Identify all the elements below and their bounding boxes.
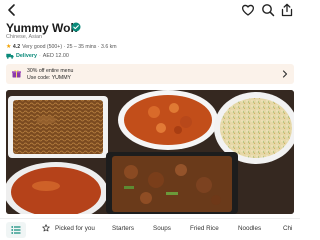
search-icon[interactable] <box>261 3 275 17</box>
delivery-line[interactable]: Delivery · AED 12.00 <box>6 52 69 60</box>
top-bar <box>0 0 300 20</box>
tab-partial[interactable]: Chi <box>283 225 292 232</box>
back-arrow-icon[interactable] <box>5 3 19 17</box>
delivery-label: Delivery <box>16 53 37 59</box>
hero-food-image <box>6 90 294 214</box>
tab-noodles[interactable]: Noodles <box>238 225 261 232</box>
promo-banner[interactable]: 30% off entire menu Use code: YUMMY <box>6 64 294 84</box>
list-icon <box>11 226 21 234</box>
delivery-time: 25 – 35 mins <box>66 43 97 50</box>
promo-title: 30% off entire menu <box>27 68 74 74</box>
menu-list-button[interactable] <box>6 222 26 238</box>
food-photo <box>6 90 294 214</box>
heart-icon[interactable] <box>241 3 255 17</box>
distance: 3.6 km <box>101 43 117 50</box>
category-tab-bar: Picked for you Starters Soups Fried Rice… <box>0 218 300 240</box>
promo-code: Use code: YUMMY <box>27 75 72 81</box>
chevron-right-icon <box>282 70 288 78</box>
tab-soups[interactable]: Soups <box>153 225 171 232</box>
rating-line: ★ 4.2 Very good (500+) · 25 – 35 mins · … <box>6 43 117 51</box>
star-icon: ★ <box>6 44 12 50</box>
tab-starters[interactable]: Starters <box>112 225 134 232</box>
delivery-fee: AED 12.00 <box>42 53 69 59</box>
delivery-truck-icon <box>6 53 14 59</box>
tab-fried-rice[interactable]: Fried Rice <box>190 225 219 232</box>
rating-value: 4.2 <box>12 43 21 50</box>
tab-picked-for-you[interactable]: Picked for you <box>55 225 95 232</box>
gift-icon <box>12 70 21 78</box>
cuisine-text: Chinese, Asian <box>6 34 42 40</box>
verified-badge-icon <box>71 22 81 32</box>
rating-text: Very good (500+) <box>22 43 63 50</box>
restaurant-name: Yummy Wok <box>6 21 78 35</box>
star-outline-icon <box>42 224 50 232</box>
separator-dot: · <box>38 53 41 59</box>
share-icon[interactable] <box>280 3 294 17</box>
